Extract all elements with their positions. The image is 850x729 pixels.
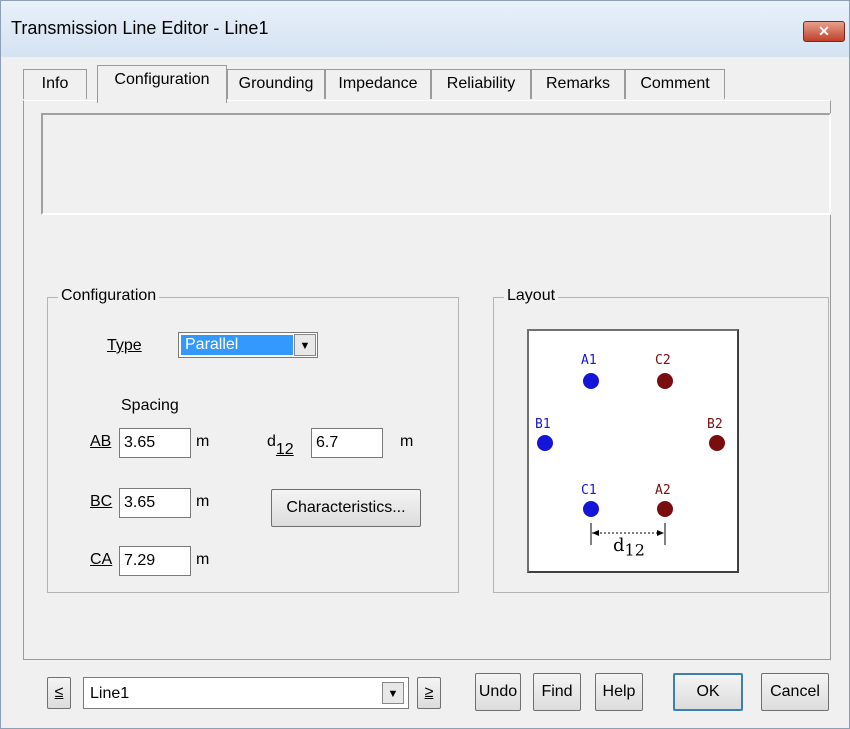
spacing-label: Spacing <box>121 397 179 414</box>
tab-configuration[interactable]: Configuration <box>97 65 227 103</box>
layout-group-label: Layout <box>504 287 559 305</box>
tab-remarks-label: Remarks <box>545 75 610 92</box>
tab-info[interactable]: Info <box>23 69 87 99</box>
type-select[interactable]: Parallel ▼ <box>178 332 318 358</box>
d12-label-sub: 12 <box>275 441 294 459</box>
help-button[interactable]: Help <box>595 673 643 711</box>
tab-impedance[interactable]: Impedance <box>325 69 431 99</box>
tab-comment[interactable]: Comment <box>625 69 725 99</box>
configuration-group-label: Configuration <box>58 287 160 305</box>
dimension-label-sub: 12 <box>624 540 645 560</box>
line-selector-value: Line1 <box>90 685 130 702</box>
ca-unit: m <box>196 551 210 568</box>
tab-reliability-label: Reliability <box>446 75 516 92</box>
close-icon: ✕ <box>818 23 830 39</box>
ok-label: OK <box>696 683 720 700</box>
previous-record-button[interactable]: ≤ <box>47 677 71 709</box>
prev-icon: ≤ <box>54 684 64 701</box>
dimension-label-d: d <box>613 535 625 556</box>
chevron-down-icon[interactable]: ▼ <box>294 334 316 356</box>
close-button[interactable]: ✕ <box>803 21 845 42</box>
tab-reliability[interactable]: Reliability <box>431 69 531 99</box>
find-button[interactable]: Find <box>533 673 581 711</box>
tab-comment-label: Comment <box>640 75 710 92</box>
tab-impedance-label: Impedance <box>338 75 418 92</box>
ca-field[interactable]: 7.29 <box>119 546 191 576</box>
bc-label: BC <box>90 493 113 510</box>
window-title: Transmission Line Editor - Line1 <box>11 18 269 38</box>
tab-grounding-label: Grounding <box>238 75 314 92</box>
layout-diagram: A1 C2 B1 B2 C1 A2 d12 <box>527 329 739 573</box>
ab-label: AB <box>90 433 112 450</box>
ok-button[interactable]: OK <box>673 673 743 711</box>
cancel-button[interactable]: Cancel <box>761 673 829 711</box>
line-selector[interactable]: Line1 ▼ <box>83 677 409 709</box>
tab-configuration-label: Configuration <box>114 71 210 88</box>
find-label: Find <box>541 683 573 700</box>
bc-field[interactable]: 3.65 <box>119 488 191 518</box>
tab-grounding[interactable]: Grounding <box>227 69 325 99</box>
message-area <box>41 113 831 215</box>
bc-unit: m <box>196 493 210 510</box>
ca-label: CA <box>90 551 113 568</box>
undo-label: Undo <box>478 683 518 700</box>
tab-remarks[interactable]: Remarks <box>531 69 625 99</box>
tab-info-label: Info <box>41 75 69 92</box>
undo-button[interactable]: Undo <box>475 673 521 711</box>
d12-field[interactable]: 6.7 <box>311 428 383 458</box>
ab-field[interactable]: 3.65 <box>119 428 191 458</box>
cancel-label: Cancel <box>770 683 820 700</box>
d12-label-d: d <box>267 433 276 450</box>
type-label: Type <box>107 337 142 354</box>
d12-unit: m <box>400 433 414 450</box>
dimension-label: d12 <box>613 535 645 560</box>
d12-label: d12 <box>267 433 294 459</box>
title-bar[interactable]: Transmission Line Editor - Line1 ✕ <box>1 1 849 57</box>
chevron-down-icon[interactable]: ▼ <box>382 682 404 704</box>
editor-window: Transmission Line Editor - Line1 ✕ Info … <box>0 0 850 729</box>
next-icon: ≥ <box>424 684 434 701</box>
type-select-value: Parallel <box>181 335 293 355</box>
ab-unit: m <box>196 433 210 450</box>
characteristics-button[interactable]: Characteristics... <box>271 489 421 527</box>
help-label: Help <box>602 683 636 700</box>
next-record-button[interactable]: ≥ <box>417 677 441 709</box>
